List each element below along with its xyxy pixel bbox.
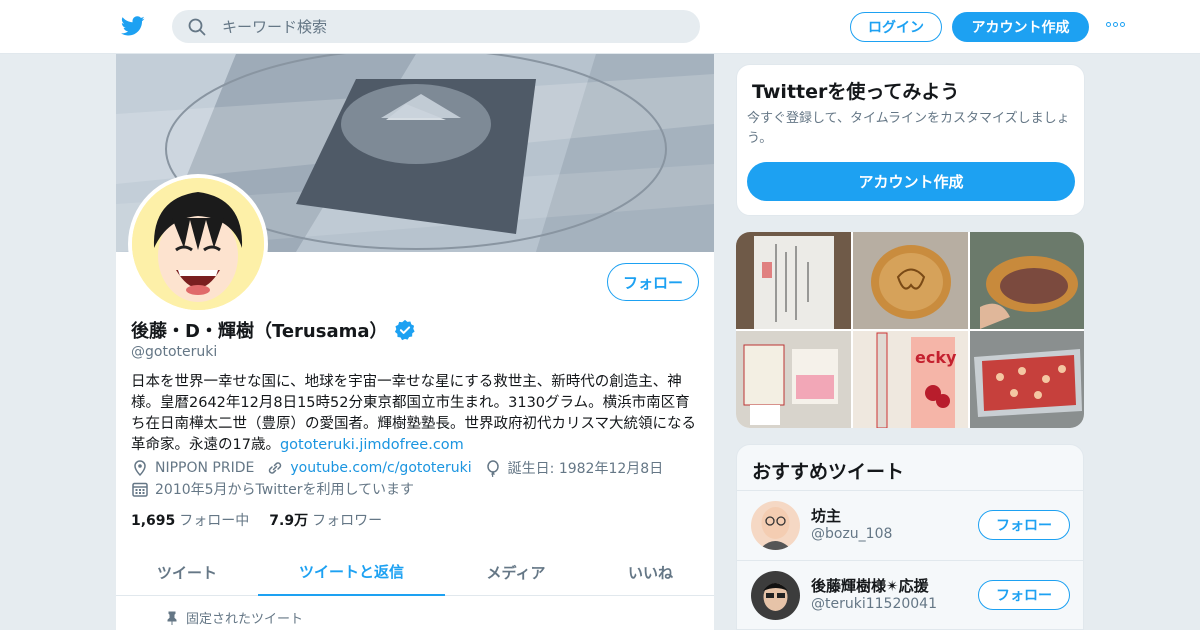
following-count: 1,695 <box>131 513 176 529</box>
recommended-title: おすすめツイート <box>752 461 905 483</box>
joined-row: 2010年5月からTwitterを利用しています <box>131 479 414 499</box>
verified-badge-icon <box>394 319 415 341</box>
photo-thumbnail[interactable] <box>736 331 851 428</box>
location-text: NIPPON PRIDE <box>155 460 255 476</box>
profile-tabs: ツイート ツイートと返信 メディア いいね <box>116 548 714 596</box>
profile-handle[interactable]: @gototeruki <box>131 344 217 360</box>
profile-stats: 1,695 フォロー中 7.9万 フォロワー <box>131 510 382 530</box>
profile-avatar[interactable] <box>128 174 268 314</box>
display-name: 後藤・D・輝樹（Terusama） <box>131 321 388 342</box>
signup-card-button[interactable]: アカウント作成 <box>747 162 1075 201</box>
tab-likes[interactable]: いいね <box>587 548 714 596</box>
photo-thumbnail[interactable]: ecky <box>853 331 968 428</box>
follow-button[interactable]: フォロー <box>978 510 1070 540</box>
photo-thumbnail[interactable] <box>970 331 1084 428</box>
joined-text: 2010年5月からTwitterを利用しています <box>155 482 415 498</box>
followers-label: フォロワー <box>312 513 383 529</box>
profile-bio: 日本を世界一幸せな国に、地球を宇宙一幸せな星にする救世主、新時代の創造主、神様。… <box>131 372 701 456</box>
pin-icon <box>167 611 177 625</box>
recommended-user-row[interactable]: 後藤輝樹様✴︎応援 @teruki11520041 フォロー <box>737 560 1083 629</box>
location-icon <box>134 460 146 477</box>
twitter-bird-icon[interactable] <box>120 14 146 38</box>
calendar-icon <box>132 482 148 497</box>
pinned-text: 固定されたツイート <box>186 612 304 627</box>
following-stat[interactable]: 1,695 フォロー中 <box>131 510 249 530</box>
recommended-user-handle: @teruki11520041 <box>811 596 937 612</box>
tab-media[interactable]: メディア <box>445 548 587 596</box>
signup-card: Twitterを使ってみよう 今すぐ登録して、タイムラインをカスタマイズしましょ… <box>736 64 1085 216</box>
signup-button[interactable]: アカウント作成 <box>952 12 1089 42</box>
search-box[interactable] <box>172 10 700 43</box>
follow-button[interactable]: フォロー <box>607 263 699 301</box>
photo-thumbnail[interactable] <box>853 232 968 329</box>
search-input[interactable] <box>222 10 682 43</box>
profile-name: 後藤・D・輝樹（Terusama） <box>131 317 416 343</box>
followers-count: 7.9万 <box>269 513 309 529</box>
login-button[interactable]: ログイン <box>850 12 942 42</box>
website-link[interactable]: youtube.com/c/gototeruki <box>290 460 471 476</box>
tab-tweets[interactable]: ツイート <box>116 548 258 596</box>
avatar[interactable] <box>751 571 800 620</box>
profile-meta-row: NIPPON PRIDE youtube.com/c/gototeruki 誕生… <box>131 458 663 478</box>
signup-description: 今すぐ登録して、タイムラインをカスタマイズしましょう。 <box>747 111 1070 146</box>
recommended-user-row[interactable]: 坊主 @bozu_108 フォロー <box>737 490 1083 560</box>
recommended-user-handle: @bozu_108 <box>811 526 893 542</box>
top-bar: ログイン アカウント作成 <box>0 0 1200 54</box>
follow-button[interactable]: フォロー <box>978 580 1070 610</box>
photo-thumbnail[interactable] <box>736 232 851 329</box>
tab-tweets-replies[interactable]: ツイートと返信 <box>258 548 445 596</box>
more-dots-icon[interactable] <box>1106 22 1125 27</box>
following-label: フォロー中 <box>179 513 250 529</box>
bio-link[interactable]: gototeruki.jimdofree.com <box>280 437 464 453</box>
recommended-tweets-card: おすすめツイート 坊主 @bozu_108 フォロー 後藤輝樹様✴︎応援 @te… <box>736 444 1084 630</box>
followers-stat[interactable]: 7.9万 フォロワー <box>269 510 382 530</box>
recommended-user-name[interactable]: 後藤輝樹様✴︎応援 <box>811 575 929 596</box>
signup-title: Twitterを使ってみよう <box>752 81 960 103</box>
profile-card: フォロー 後藤・D・輝樹（Terusama） @gototeruki 日本を世界… <box>116 54 714 630</box>
balloon-icon <box>486 460 499 477</box>
svg-text:ecky: ecky <box>915 348 957 367</box>
birthday-text: 誕生日: 1982年12月8日 <box>507 461 664 477</box>
link-icon <box>269 462 282 474</box>
photo-grid: ecky <box>736 232 1084 428</box>
recommended-user-name[interactable]: 坊主 <box>811 505 841 526</box>
pinned-tweet-label: 固定されたツイート <box>166 608 303 627</box>
avatar[interactable] <box>751 501 800 550</box>
search-icon <box>188 18 206 36</box>
photo-thumbnail[interactable] <box>970 232 1084 329</box>
